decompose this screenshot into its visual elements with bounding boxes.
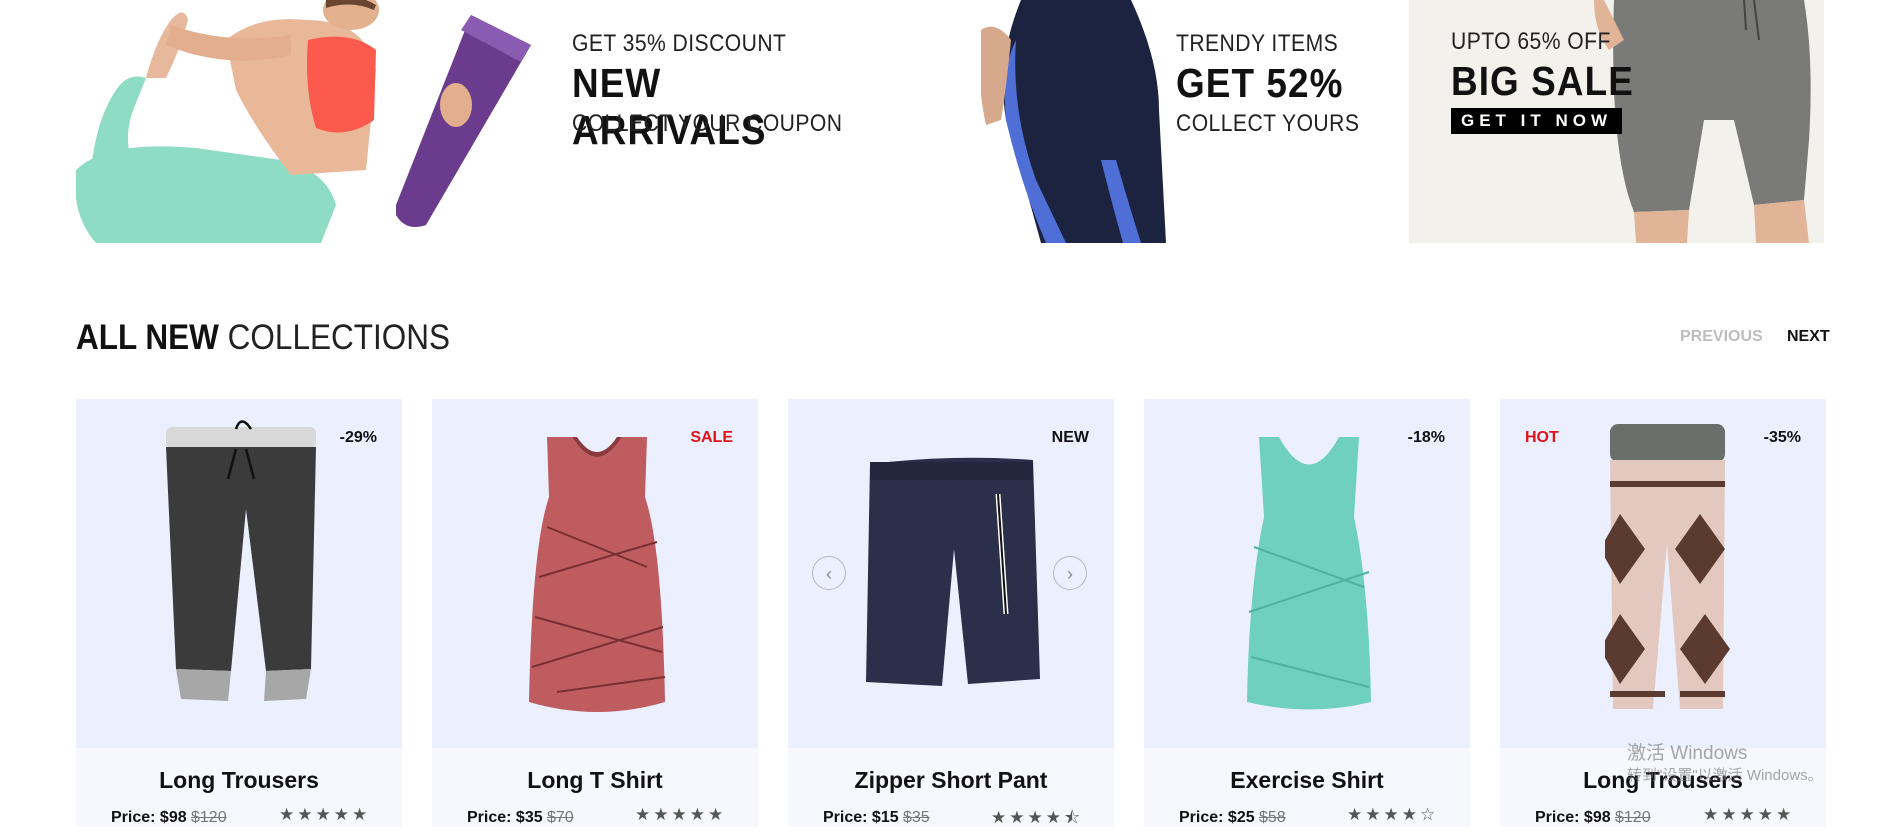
yoga-model-image xyxy=(76,0,531,243)
next-button[interactable]: NEXT xyxy=(1787,328,1830,346)
carousel-prev-arrow-icon[interactable]: ‹ xyxy=(812,556,846,590)
product-image-area[interactable]: ‹ › NEW xyxy=(788,399,1114,748)
trousers-image xyxy=(166,420,316,701)
product-price: Price: $98 xyxy=(111,809,187,826)
product-old-price: $58 xyxy=(1259,809,1286,826)
banner-trendy-items[interactable]: TRENDY ITEMS GET 52% COLLECT YOURS xyxy=(981,0,1411,243)
shorts-image xyxy=(866,457,1040,686)
product-card[interactable]: SALE Long T Shirt Price: $35 $70 ★★★★★ xyxy=(432,399,758,827)
banner3-headline: BIG SALE xyxy=(1451,58,1634,104)
star-rating-icon: ★★★★★ xyxy=(1703,805,1795,824)
leggings-model-image xyxy=(981,0,1166,243)
product-card[interactable]: -29% Long Trousers Price: $98 $120 ★★★★★ xyxy=(76,399,402,827)
discount-badge: -29% xyxy=(339,429,377,446)
sweatpants-model-image xyxy=(1594,0,1811,243)
section-title: ALL NEW COLLECTIONS xyxy=(76,318,450,358)
product-price: Price: $35 xyxy=(467,809,543,826)
windows-activation-subtitle: 转到"设置"以激活 Windows。 xyxy=(1627,767,1823,784)
new-badge: NEW xyxy=(1051,429,1089,446)
banner-new-arrivals[interactable]: GET 35% DISCOUNT NEW ARRIVALS COLLECT YO… xyxy=(76,0,896,243)
product-price: Price: $25 xyxy=(1179,809,1255,826)
product-old-price: $70 xyxy=(547,809,574,826)
banner2-headline: GET 52% xyxy=(1176,60,1344,106)
get-it-now-button[interactable]: GET IT NOW xyxy=(1451,108,1623,134)
section-title-light: COLLECTIONS xyxy=(227,318,450,357)
product-price: Price: $15 xyxy=(823,809,899,826)
product-image-area[interactable]: HOT -35% xyxy=(1500,399,1826,748)
banner1-line1: GET 35% DISCOUNT xyxy=(572,30,787,57)
tank-top-image xyxy=(529,437,666,712)
star-rating-icon: ★★★★☆ xyxy=(1347,805,1439,824)
banner1-line3: COLLECT YOUR COUPON xyxy=(572,110,843,137)
carousel-next-arrow-icon[interactable]: › xyxy=(1053,556,1087,590)
product-name[interactable]: Exercise Shirt xyxy=(1144,767,1470,794)
product-image-area[interactable]: -18% xyxy=(1144,399,1470,748)
product-old-price: $120 xyxy=(1615,809,1651,826)
product-image-area[interactable]: -29% xyxy=(76,399,402,748)
star-rating-icon: ★★★★★ xyxy=(279,805,371,824)
discount-badge: -35% xyxy=(1763,429,1801,446)
product-old-price: $35 xyxy=(903,809,930,826)
product-card[interactable]: -18% Exercise Shirt Price: $25 $58 ★★★★☆ xyxy=(1144,399,1470,827)
windows-activation-title: 激活 Windows xyxy=(1627,743,1748,764)
sale-badge: SALE xyxy=(690,429,733,446)
product-image-area[interactable]: SALE xyxy=(432,399,758,748)
product-old-price: $120 xyxy=(191,809,227,826)
patterned-trousers-image xyxy=(1605,424,1730,709)
banner3-line1: UPTO 65% OFF xyxy=(1451,28,1611,55)
banner2-line3: COLLECT YOURS xyxy=(1176,110,1360,137)
product-name[interactable]: Long Trousers xyxy=(76,767,402,794)
star-rating-icon: ★★★★★ xyxy=(635,805,727,824)
discount-badge: -18% xyxy=(1407,429,1445,446)
product-name[interactable]: Zipper Short Pant xyxy=(788,767,1114,794)
hot-badge: HOT xyxy=(1525,429,1559,446)
previous-button[interactable]: PREVIOUS xyxy=(1680,328,1763,346)
product-name[interactable]: Long T Shirt xyxy=(432,767,758,794)
section-title-bold: ALL NEW xyxy=(76,318,219,357)
star-rating-icon: ★★★★⯪ xyxy=(991,808,1084,827)
exercise-shirt-image xyxy=(1247,437,1371,710)
banner2-line1: TRENDY ITEMS xyxy=(1176,30,1339,57)
banner1-headline: NEW ARRIVALS xyxy=(572,60,767,153)
banner-big-sale[interactable]: UPTO 65% OFF BIG SALE GET IT NOW xyxy=(1409,0,1824,243)
product-card[interactable]: ‹ › NEW Zipper Short Pant Price: $15 $35… xyxy=(788,399,1114,827)
product-price: Price: $98 xyxy=(1535,809,1611,826)
